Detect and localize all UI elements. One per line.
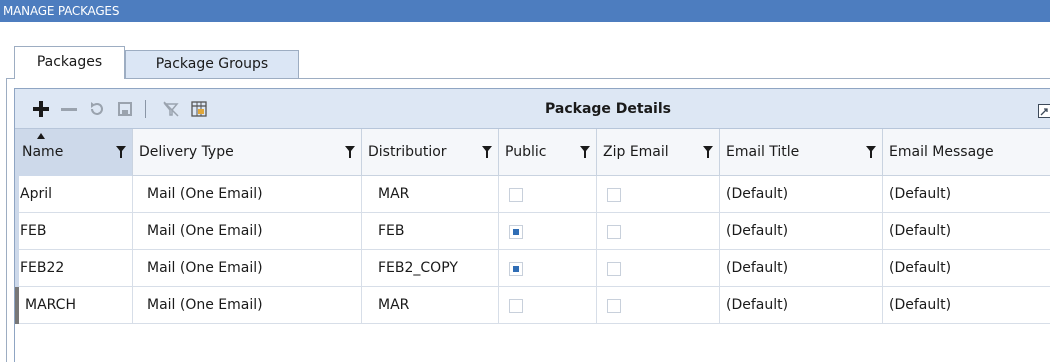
cell-delivery-type[interactable]: Mail (One Email) (133, 287, 362, 324)
cell-delivery-type[interactable]: Mail (One Email) (133, 176, 362, 213)
column-label: Public (505, 144, 547, 160)
cell-email-title[interactable]: (Default) (720, 250, 883, 287)
filter-icon[interactable] (116, 146, 126, 158)
column-header-public[interactable]: Public (499, 129, 597, 176)
column-header-email-title[interactable]: Email Title (720, 129, 883, 176)
cell-public (499, 250, 597, 287)
column-chooser-icon[interactable] (187, 97, 211, 121)
table-row[interactable]: April Mail (One Email) MAR (Default) (De… (15, 176, 1050, 213)
cell-email-title[interactable]: (Default) (720, 176, 883, 213)
tab-content-panel: Package Details Name Delivery Type Distr… (6, 78, 1050, 362)
cell-name[interactable]: April (15, 176, 133, 213)
cell-distribution[interactable]: MAR (362, 287, 499, 324)
column-header-delivery-type[interactable]: Delivery Type (133, 129, 362, 176)
refresh-icon[interactable] (85, 97, 109, 121)
filter-icon[interactable] (345, 146, 355, 158)
zip-email-checkbox[interactable] (607, 299, 621, 313)
cell-email-title[interactable]: (Default) (720, 287, 883, 324)
cell-delivery-type[interactable]: Mail (One Email) (133, 213, 362, 250)
zip-email-checkbox[interactable] (607, 225, 621, 239)
cell-email-message[interactable]: (Default) (883, 287, 1050, 324)
filter-icon[interactable] (866, 146, 876, 158)
cell-zip-email (597, 250, 720, 287)
grid-header-row: Name Delivery Type Distributior Public Z… (15, 129, 1050, 176)
column-header-name[interactable]: Name (15, 129, 133, 176)
cell-distribution[interactable]: FEB2_COPY (362, 250, 499, 287)
public-checkbox[interactable] (509, 299, 523, 313)
filter-icon[interactable] (580, 146, 590, 158)
public-checkbox[interactable] (509, 225, 523, 239)
cell-email-message[interactable]: (Default) (883, 213, 1050, 250)
add-icon[interactable] (29, 97, 53, 121)
row-selector-strip (15, 176, 19, 287)
sort-ascending-icon (37, 133, 45, 139)
toolbar-separator (145, 100, 146, 118)
column-label: Email Message (889, 144, 994, 160)
cell-name[interactable]: FEB (15, 213, 133, 250)
zip-email-checkbox[interactable] (607, 188, 621, 202)
panel-title: Package Details (545, 101, 671, 117)
tab-package-groups[interactable]: Package Groups (125, 50, 299, 78)
column-label: Distributior (368, 144, 447, 160)
column-label: Zip Email (603, 144, 669, 160)
column-label: Name (22, 144, 64, 160)
cell-public (499, 213, 597, 250)
window-title-bar: MANAGE PACKAGES (0, 0, 1050, 22)
column-header-email-message[interactable]: Email Message (883, 129, 1050, 176)
save-icon[interactable] (113, 97, 137, 121)
cell-zip-email (597, 287, 720, 324)
cell-zip-email (597, 176, 720, 213)
cell-delivery-type[interactable]: Mail (One Email) (133, 250, 362, 287)
table-row[interactable]: FEB Mail (One Email) FEB (Default) (Defa… (15, 213, 1050, 250)
table-row[interactable]: FEB22 Mail (One Email) FEB2_COPY (Defaul… (15, 250, 1050, 287)
cell-email-title[interactable]: (Default) (720, 213, 883, 250)
clear-filter-icon[interactable] (159, 97, 183, 121)
zip-email-checkbox[interactable] (607, 262, 621, 276)
column-header-zip-email[interactable]: Zip Email (597, 129, 720, 176)
cell-name[interactable]: MARCH (15, 287, 133, 324)
public-checkbox[interactable] (509, 188, 523, 202)
cell-email-message[interactable]: (Default) (883, 250, 1050, 287)
cell-distribution[interactable]: FEB (362, 213, 499, 250)
window-title: MANAGE PACKAGES (3, 4, 120, 18)
column-header-distribution[interactable]: Distributior (362, 129, 499, 176)
cell-name[interactable]: FEB22 (15, 250, 133, 287)
cell-zip-email (597, 213, 720, 250)
column-label: Email Title (726, 144, 800, 160)
package-details-panel: Package Details Name Delivery Type Distr… (14, 88, 1050, 362)
column-label: Delivery Type (139, 144, 234, 160)
table-row[interactable]: MARCH Mail (One Email) MAR (Default) (De… (15, 287, 1050, 324)
remove-icon[interactable] (57, 97, 81, 121)
tab-packages[interactable]: Packages (14, 46, 125, 79)
cell-email-message[interactable]: (Default) (883, 176, 1050, 213)
expand-icon[interactable] (1038, 103, 1050, 118)
grid-toolbar: Package Details (15, 89, 1050, 129)
cell-public (499, 176, 597, 213)
cell-public (499, 287, 597, 324)
filter-icon[interactable] (703, 146, 713, 158)
public-checkbox[interactable] (509, 262, 523, 276)
filter-icon[interactable] (482, 146, 492, 158)
cell-distribution[interactable]: MAR (362, 176, 499, 213)
